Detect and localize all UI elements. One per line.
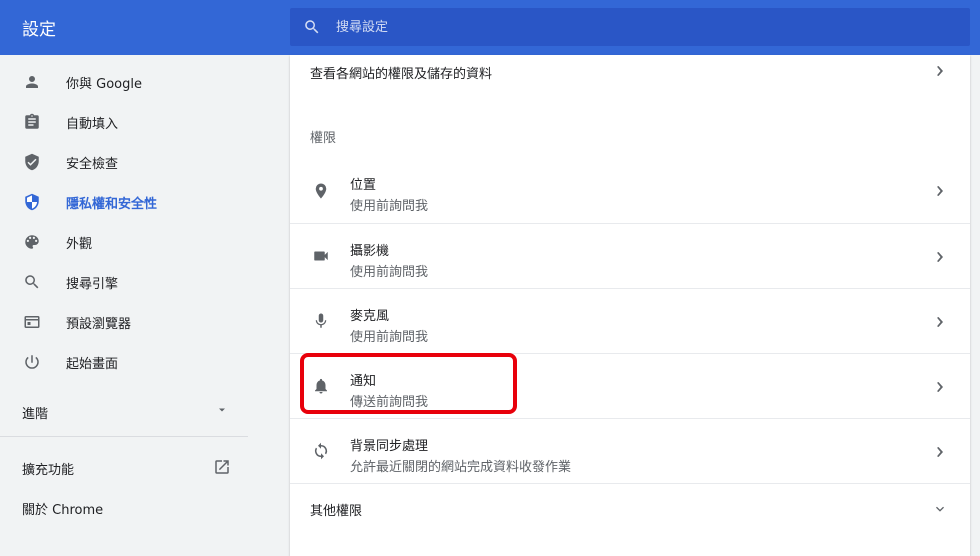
permission-title: 通知 [350, 374, 377, 389]
search-icon [25, 275, 39, 289]
permission-status: 使用前詢問我 [350, 265, 429, 280]
sidebar-divider [0, 436, 248, 437]
permission-title: 背景同步處理 [350, 439, 429, 454]
privacy-settings-panel: 查看各網站的權限及儲存的資料 權限 位置 使用前詢問我 攝影機 使用前詢問我 麥… [290, 55, 970, 556]
sidebar-item-appearance[interactable]: 外觀 [0, 222, 248, 262]
chevron-right-icon [937, 382, 943, 392]
permission-background-sync-row[interactable]: 背景同步處理 允許最近關閉的網站完成資料收發作業 [290, 418, 970, 483]
sidebar-item-about-chrome[interactable]: 關於 Chrome [0, 487, 248, 527]
chevron-right-icon [937, 447, 943, 457]
permission-status: 使用前詢問我 [350, 199, 429, 214]
sidebar-item-you-and-google[interactable]: 你與 Google [0, 62, 248, 102]
clipboard-icon [25, 113, 39, 129]
sidebar-item-label: 預設瀏覽器 [66, 317, 132, 332]
sidebar-item-label: 自動填入 [66, 117, 119, 132]
open-in-new-icon [215, 460, 229, 474]
search-icon [305, 20, 319, 34]
permission-title: 麥克風 [350, 309, 390, 324]
view-all-site-data-row[interactable]: 查看各網站的權限及儲存的資料 [290, 55, 970, 89]
permission-notifications-row[interactable]: 通知 傳送前詢問我 [290, 353, 970, 418]
permission-title: 位置 [350, 178, 377, 193]
about-chrome-label: 關於 Chrome [22, 503, 104, 518]
permission-title: 攝影機 [350, 244, 390, 259]
permission-camera-row[interactable]: 攝影機 使用前詢問我 [290, 223, 970, 288]
chevron-right-icon [937, 186, 943, 196]
sidebar-item-search-engine[interactable]: 搜尋引擎 [0, 262, 248, 302]
camera-icon [314, 251, 328, 261]
sidebar-item-label: 安全檢查 [66, 157, 119, 172]
sidebar-item-on-startup[interactable]: 起始畫面 [0, 342, 248, 382]
sidebar-item-label: 外觀 [66, 237, 93, 252]
power-icon [25, 355, 39, 369]
sidebar-advanced-toggle[interactable]: 進階 [0, 390, 248, 430]
search-input[interactable] [336, 8, 936, 46]
sidebar-item-label: 起始畫面 [66, 357, 119, 372]
permission-status: 使用前詢問我 [350, 330, 429, 345]
sidebar-item-safety-check[interactable]: 安全檢查 [0, 142, 248, 182]
browser-window-icon [24, 316, 40, 328]
extensions-label: 擴充功能 [22, 463, 75, 478]
dropdown-arrow-icon [219, 408, 225, 412]
privacy-shield-icon [25, 193, 39, 211]
chevron-right-icon [937, 66, 943, 76]
sidebar-item-label: 你與 Google [66, 77, 142, 92]
sidebar-item-autofill[interactable]: 自動填入 [0, 102, 248, 142]
chevron-right-icon [937, 252, 943, 262]
palette-icon [25, 235, 39, 249]
more-permissions-label: 其他權限 [310, 504, 363, 519]
sync-icon [314, 442, 328, 460]
sidebar-item-label: 搜尋引擎 [66, 277, 119, 292]
app-title: 設定 [22, 20, 56, 40]
sidebar: 你與 Google 自動填入 安全檢查 隱私權和安全性 外觀 搜尋引擎 預設瀏覽… [0, 55, 248, 556]
sidebar-item-label: 隱私權和安全性 [66, 197, 158, 212]
chevron-right-icon [937, 317, 943, 327]
advanced-label: 進階 [22, 407, 49, 422]
chevron-down-icon [936, 506, 944, 512]
permissions-heading: 權限 [310, 131, 337, 146]
view-all-site-data-label: 查看各網站的權限及儲存的資料 [310, 67, 493, 82]
permission-location-row[interactable]: 位置 使用前詢問我 [290, 158, 970, 223]
permission-status: 允許最近關閉的網站完成資料收發作業 [350, 460, 572, 475]
microphone-icon [315, 313, 327, 328]
more-permissions-row[interactable]: 其他權限 [290, 483, 970, 533]
permission-status: 傳送前詢問我 [350, 395, 429, 410]
bell-icon [315, 378, 327, 394]
sidebar-item-privacy-security[interactable]: 隱私權和安全性 [0, 182, 248, 222]
search-box[interactable] [290, 8, 970, 46]
top-bar: 設定 [0, 0, 980, 55]
person-icon [26, 76, 38, 88]
shield-check-icon [25, 153, 39, 171]
permission-microphone-row[interactable]: 麥克風 使用前詢問我 [290, 288, 970, 353]
location-pin-icon [315, 183, 327, 199]
sidebar-item-extensions[interactable]: 擴充功能 [0, 447, 248, 487]
sidebar-item-default-browser[interactable]: 預設瀏覽器 [0, 302, 248, 342]
